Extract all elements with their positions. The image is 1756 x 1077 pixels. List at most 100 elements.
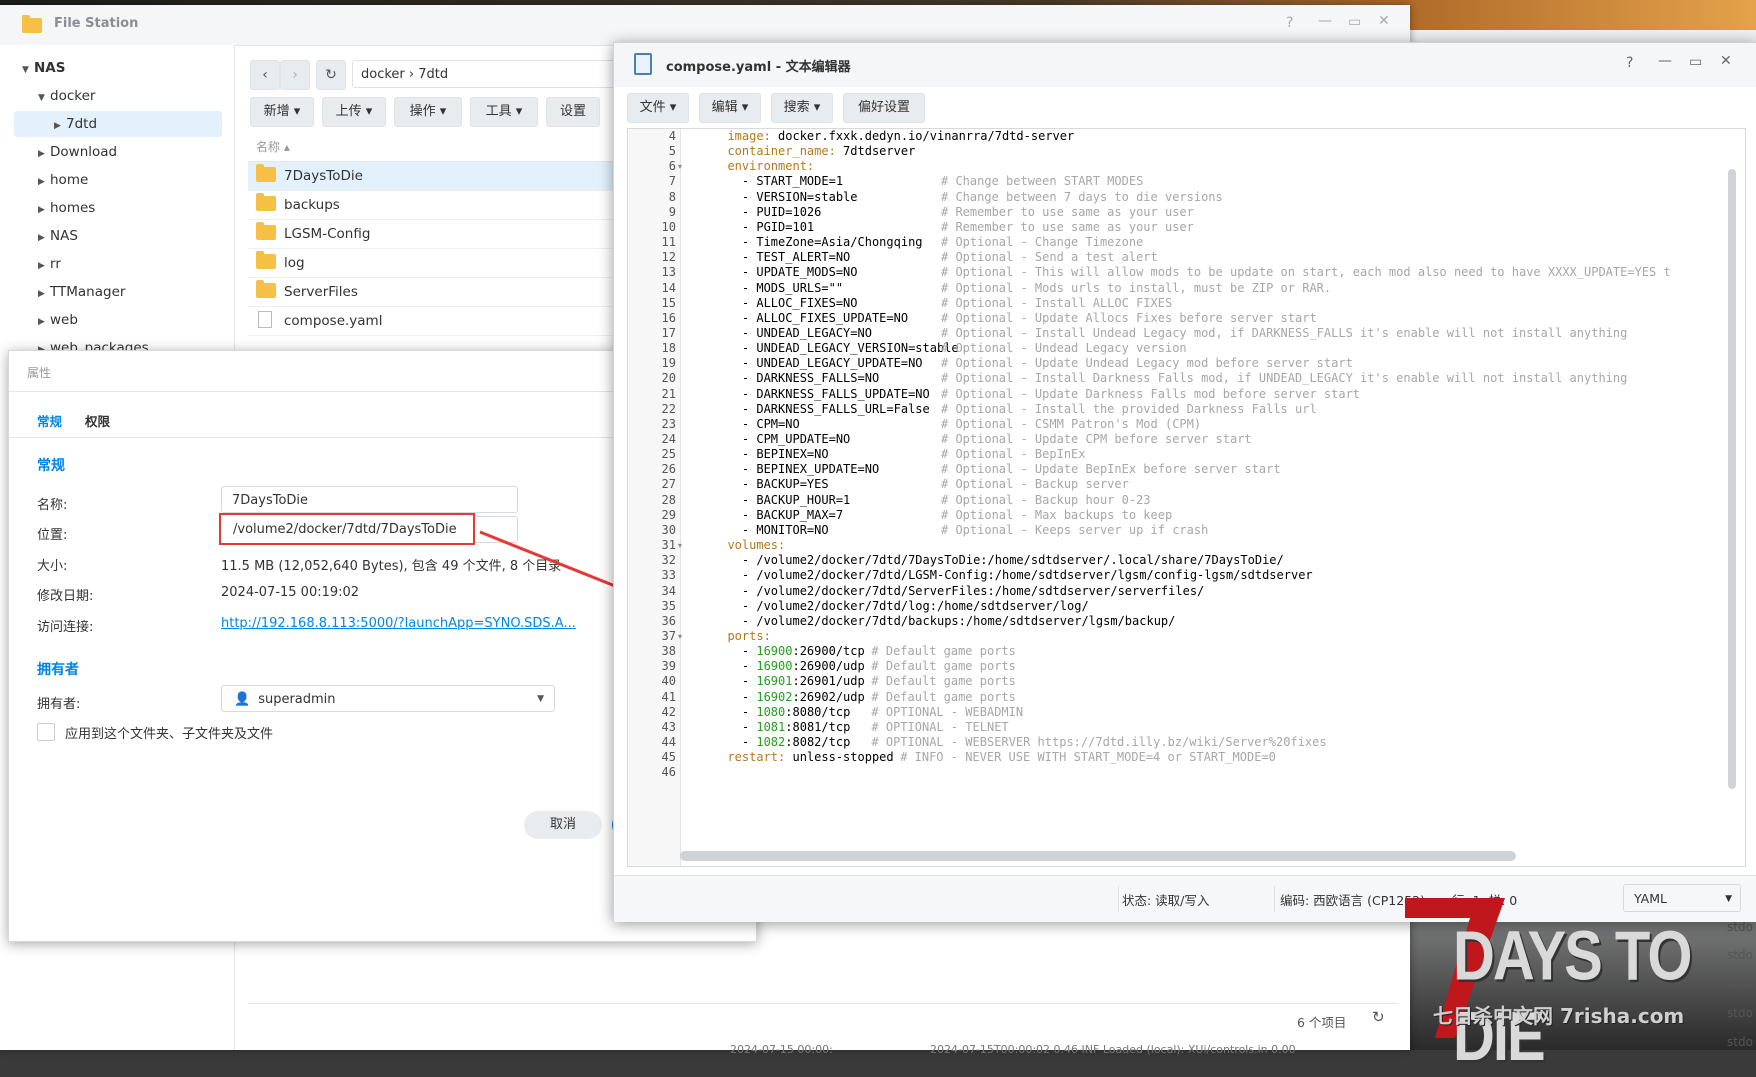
code-line: - UPDATE_MODS=NO bbox=[713, 265, 858, 280]
tree-item-download[interactable]: ▶ Download bbox=[38, 139, 117, 165]
code-area[interactable]: 4 5 6 ▾ 7 8 9 10 11 12 13 14 15 16 17 18 19 20 21 22 23 24 25 2… bbox=[627, 128, 1746, 867]
tree-item-docker[interactable]: ▼ docker bbox=[38, 83, 95, 109]
menu-file[interactable]: 文件 ▾ bbox=[627, 93, 689, 123]
location-highlight-box[interactable]: /volume2/docker/7dtd/7DaysToDie bbox=[219, 513, 475, 545]
modified-label: 修改日期: bbox=[37, 589, 94, 604]
fold-arrow-icon[interactable]: ▾ bbox=[678, 162, 682, 171]
close-icon[interactable]: ✕ bbox=[1720, 53, 1732, 69]
code-comment: # Optional - Install ALLOC FIXES bbox=[941, 295, 1173, 310]
code-comment: # Optional - CSMM Patron's Mod (CPM) bbox=[941, 416, 1202, 431]
line-number: 12 bbox=[661, 250, 676, 265]
item-count: 6 个项目 bbox=[1297, 1015, 1347, 1030]
menu-search[interactable]: 搜索 ▾ bbox=[771, 93, 833, 123]
line-number: 32 bbox=[661, 553, 676, 568]
tree-item-rr[interactable]: ▶ rr bbox=[38, 251, 61, 277]
code-line: - 16900:26900/tcp bbox=[713, 644, 872, 659]
new-button[interactable]: 新增 ▾ bbox=[250, 97, 314, 127]
fold-arrow-icon[interactable]: ▾ bbox=[678, 632, 682, 641]
path-bar[interactable]: docker › 7dtd bbox=[352, 60, 622, 88]
back-button[interactable]: ‹ bbox=[250, 60, 280, 90]
window-title: File Station bbox=[54, 16, 139, 31]
upload-button[interactable]: 上传 ▾ bbox=[322, 97, 386, 127]
code-comment: # Optional - Install Undead Legacy mod, … bbox=[941, 325, 1628, 340]
status-state: 状态: 读取/写入 bbox=[1122, 893, 1210, 908]
apply-checkbox[interactable] bbox=[37, 723, 55, 741]
line-number: 15 bbox=[661, 295, 676, 310]
line-number: 28 bbox=[661, 492, 676, 507]
divider bbox=[1118, 886, 1119, 912]
file-row[interactable]: backups bbox=[248, 191, 618, 220]
code-comment: # Optional - Update CPM before server st… bbox=[941, 432, 1252, 446]
tree-item-web[interactable]: ▶ web bbox=[38, 307, 78, 333]
close-icon[interactable]: ✕ bbox=[1378, 13, 1390, 29]
refresh-icon: ↻ bbox=[325, 67, 337, 83]
caret-down-icon: ▼ bbox=[38, 93, 45, 103]
tree-item-nas[interactable]: ▶ NAS bbox=[38, 223, 78, 249]
file-row[interactable]: 7DaysToDie bbox=[248, 162, 618, 191]
menu-preferences[interactable]: 偏好设置 bbox=[843, 93, 925, 123]
minimize-icon[interactable]: — bbox=[1658, 53, 1672, 69]
code-line: - DARKNESS_FALLS_URL=False bbox=[713, 401, 930, 416]
code-comment: # Optional - Install Darkness Falls mod,… bbox=[941, 371, 1628, 386]
file-row[interactable]: compose.yaml bbox=[248, 307, 618, 336]
code-line: - UNDEAD_LEGACY_UPDATE=NO bbox=[713, 356, 923, 371]
line-number: 18 bbox=[661, 341, 676, 356]
maximize-icon[interactable]: ▭ bbox=[1689, 54, 1702, 70]
line-number: 16 bbox=[661, 310, 676, 325]
code-comment: # Change between START MODES bbox=[941, 174, 1144, 189]
help-icon[interactable]: ? bbox=[1286, 15, 1293, 31]
file-row[interactable]: ServerFiles bbox=[248, 278, 618, 307]
refresh-icon[interactable]: ↻ bbox=[1372, 1008, 1385, 1026]
refresh-button[interactable]: ↻ bbox=[316, 60, 346, 90]
tab-general[interactable]: 常规 bbox=[37, 411, 62, 430]
minimize-icon[interactable]: — bbox=[1318, 13, 1332, 29]
code-line: - 16902:26902/udp bbox=[713, 689, 872, 704]
line-number: 8 bbox=[668, 189, 676, 204]
apply-label: 应用到这个文件夹、子文件夹及文件 bbox=[65, 727, 274, 742]
forward-button[interactable]: › bbox=[280, 60, 310, 90]
caret-right-icon: ▶ bbox=[38, 317, 45, 327]
name-field[interactable]: 7DaysToDie bbox=[221, 486, 518, 513]
code-comment: # Optional - This will allow mods to be … bbox=[941, 265, 1671, 280]
line-number: 6 bbox=[668, 159, 676, 174]
tree-item-home[interactable]: ▶ home bbox=[38, 167, 88, 193]
action-button[interactable]: 操作 ▾ bbox=[394, 97, 462, 127]
settings-button[interactable]: 设置 bbox=[546, 97, 600, 127]
code-comment: # Optional - Change Timezone bbox=[941, 235, 1144, 250]
code-comment: # Optional - Send a test alert bbox=[941, 250, 1158, 265]
code-line: - /volume2/docker/7dtd/7DaysToDie:/home/… bbox=[713, 553, 1284, 568]
path-segment-docker: docker bbox=[361, 67, 405, 82]
text-editor-icon bbox=[634, 53, 652, 75]
code-comment: # Optional - Max backups to keep bbox=[941, 507, 1173, 522]
line-number: 44 bbox=[661, 735, 676, 749]
tools-button[interactable]: 工具 ▾ bbox=[470, 97, 538, 127]
code-line: - MONITOR=NO bbox=[713, 522, 829, 537]
code-comment: # OPTIONAL - TELNET bbox=[871, 719, 1009, 734]
file-row[interactable]: LGSM-Config bbox=[248, 220, 618, 249]
code-line: - 1081:8081/tcp bbox=[713, 719, 872, 734]
tree-item-7dtd[interactable]: ▶ 7dtd bbox=[54, 111, 97, 137]
horizontal-scrollbar[interactable] bbox=[680, 851, 1516, 861]
owner-select[interactable]: 👤 superadmin ▼ bbox=[221, 685, 555, 712]
vertical-scrollbar[interactable] bbox=[1728, 169, 1736, 789]
file-row[interactable]: log bbox=[248, 249, 618, 278]
tree-root[interactable]: ▼ NAS bbox=[22, 55, 65, 81]
code-comment: # Default game ports bbox=[871, 674, 1016, 689]
line-gutter: 4 5 6 ▾ 7 8 9 10 11 12 13 14 15 16 17 18 19 20 21 22 23 24 25 2… bbox=[628, 129, 682, 866]
tree-item-homes[interactable]: ▶ homes bbox=[38, 195, 95, 221]
column-header-name[interactable]: 名称 ▴ bbox=[256, 138, 290, 155]
code-line: - MODS_URLS="" bbox=[713, 280, 844, 295]
maximize-icon[interactable]: ▭ bbox=[1348, 14, 1361, 30]
code-comment: # OPTIONAL - WEBADMIN bbox=[871, 704, 1024, 719]
line-number: 22 bbox=[661, 401, 676, 416]
menu-edit[interactable]: 编辑 ▾ bbox=[699, 93, 761, 123]
line-number: 9 bbox=[668, 204, 676, 219]
help-icon[interactable]: ? bbox=[1626, 55, 1633, 71]
tab-permissions[interactable]: 权限 bbox=[85, 411, 110, 430]
title-bar: File Station ? — ▭ ✕ bbox=[0, 5, 1410, 46]
code-comment: # Remember to use same as your user bbox=[941, 204, 1194, 219]
tree-item-ttmanager[interactable]: ▶ TTManager bbox=[38, 279, 125, 305]
file-icon bbox=[258, 311, 272, 328]
fold-arrow-icon[interactable]: ▾ bbox=[678, 541, 682, 550]
cancel-button[interactable]: 取消 bbox=[524, 811, 602, 839]
